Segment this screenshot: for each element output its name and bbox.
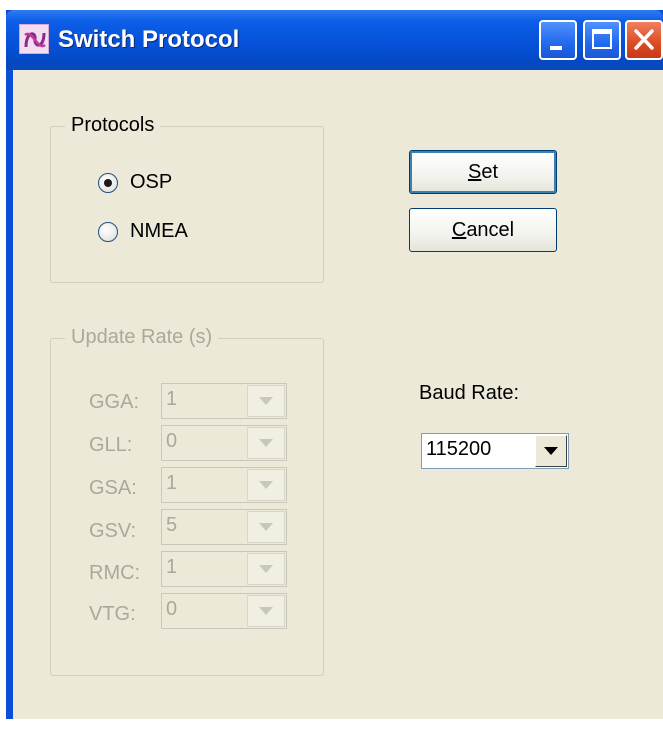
set-button-mnemonic: S xyxy=(467,160,482,183)
close-button[interactable] xyxy=(625,20,663,60)
switch-protocol-window: Switch Protocol Protocols OSP NMEA S et … xyxy=(6,10,663,729)
gll-dropdown-button[interactable] xyxy=(247,427,285,459)
radio-nmea-label: NMEA xyxy=(130,220,188,242)
gsv-value: 5 xyxy=(166,514,178,536)
radio-nmea-indicator[interactable] xyxy=(98,221,118,242)
gga-dropdown-button[interactable] xyxy=(247,385,285,417)
gsv-select[interactable]: 5 xyxy=(161,509,287,545)
protocols-group-label: Protocols xyxy=(65,114,161,137)
protocols-group: Protocols OSP NMEA xyxy=(50,114,324,283)
vtg-select[interactable]: 0 xyxy=(161,593,287,629)
vtg-dropdown-button[interactable] xyxy=(247,595,285,627)
gga-select[interactable]: 1 xyxy=(161,383,287,419)
gsv-dropdown-button[interactable] xyxy=(247,511,285,543)
update-rate-group-label: Update Rate (s) xyxy=(65,326,219,349)
baud-rate-select[interactable]: 115200 xyxy=(421,433,569,469)
maximize-icon xyxy=(592,29,612,49)
cancel-button-mnemonic: C xyxy=(451,218,467,241)
radio-osp[interactable]: OSP xyxy=(98,171,172,194)
radio-osp-indicator[interactable] xyxy=(98,172,118,193)
rmc-label: RMC: xyxy=(89,562,141,584)
baud-rate-value: 115200 xyxy=(426,438,492,460)
gga-label: GGA: xyxy=(89,391,140,413)
set-button-label: et xyxy=(481,160,499,183)
gsv-label: GSV: xyxy=(89,520,137,542)
minimize-icon xyxy=(550,46,562,50)
gsa-label: GSA: xyxy=(89,477,137,499)
maximize-button[interactable] xyxy=(583,20,621,60)
close-icon xyxy=(634,29,654,50)
chevron-down-icon xyxy=(259,481,273,489)
baud-rate-label: Baud Rate: xyxy=(419,382,520,404)
chevron-down-icon xyxy=(259,439,273,447)
rmc-value: 1 xyxy=(166,556,178,578)
baud-rate-dropdown-button[interactable] xyxy=(535,435,567,467)
minimize-button[interactable] xyxy=(539,20,577,60)
app-logo-icon xyxy=(19,24,49,54)
chevron-down-icon xyxy=(544,447,558,455)
update-rate-group: Update Rate (s) GGA: 1 GLL: 0 GSA: 1 GSV… xyxy=(50,326,324,676)
radio-osp-label: OSP xyxy=(130,171,173,193)
gsa-dropdown-button[interactable] xyxy=(247,469,285,501)
chevron-down-icon xyxy=(259,523,273,531)
vtg-label: VTG: xyxy=(89,603,136,625)
cancel-button-label: ancel xyxy=(466,218,515,241)
cancel-button[interactable]: Cancel xyxy=(409,208,557,252)
vtg-value: 0 xyxy=(166,598,178,620)
rmc-select[interactable]: 1 xyxy=(161,551,287,587)
gll-value: 0 xyxy=(166,430,178,452)
chevron-down-icon xyxy=(259,565,273,573)
gga-value: 1 xyxy=(166,388,178,410)
gsa-select[interactable]: 1 xyxy=(161,467,287,503)
chevron-down-icon xyxy=(259,607,273,615)
gll-label: GLL: xyxy=(89,434,133,456)
gsa-value: 1 xyxy=(166,472,178,494)
window-bottom-edge xyxy=(0,719,663,729)
gll-select[interactable]: 0 xyxy=(161,425,287,461)
title-bar[interactable]: Switch Protocol xyxy=(6,10,663,70)
dialog-client-area: Protocols OSP NMEA Set Cancel Update Rat… xyxy=(13,70,663,729)
rmc-dropdown-button[interactable] xyxy=(247,553,285,585)
chevron-down-icon xyxy=(259,397,273,405)
radio-nmea[interactable]: NMEA xyxy=(98,220,188,243)
window-title: Switch Protocol xyxy=(58,26,240,53)
set-button[interactable]: Set xyxy=(409,150,557,194)
